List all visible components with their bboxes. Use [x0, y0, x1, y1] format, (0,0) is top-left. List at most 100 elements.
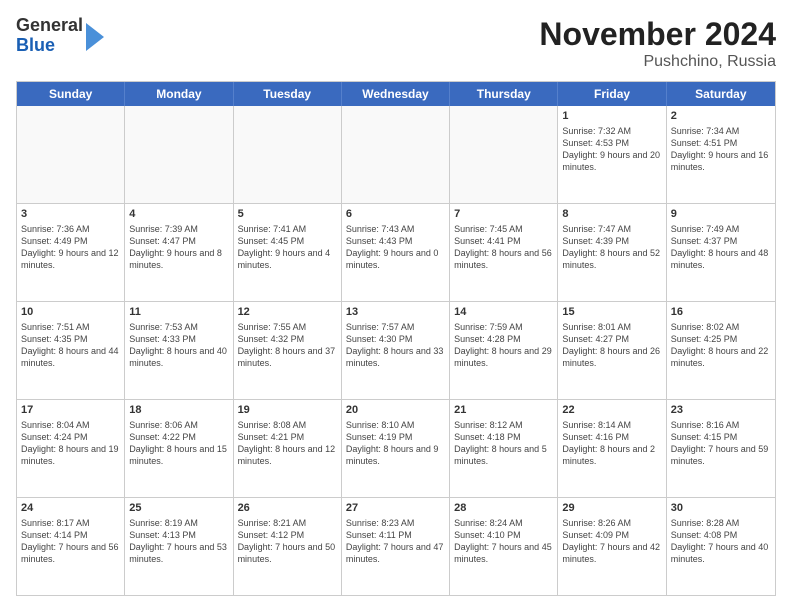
day-info: Sunrise: 7:34 AMSunset: 4:51 PMDaylight:…: [671, 125, 771, 174]
day-info: Sunrise: 8:10 AMSunset: 4:19 PMDaylight:…: [346, 419, 445, 468]
calendar-body: 1Sunrise: 7:32 AMSunset: 4:53 PMDaylight…: [17, 106, 775, 595]
header: General Blue November 2024 Pushchino, Ru…: [16, 16, 776, 71]
day-number: 16: [671, 305, 771, 320]
day-info: Sunrise: 7:59 AMSunset: 4:28 PMDaylight:…: [454, 321, 553, 370]
cal-week-2: 3Sunrise: 7:36 AMSunset: 4:49 PMDaylight…: [17, 204, 775, 302]
day-info: Sunrise: 8:01 AMSunset: 4:27 PMDaylight:…: [562, 321, 661, 370]
day-number: 11: [129, 305, 228, 320]
day-info: Sunrise: 8:14 AMSunset: 4:16 PMDaylight:…: [562, 419, 661, 468]
cal-cell-13: 13Sunrise: 7:57 AMSunset: 4:30 PMDayligh…: [342, 302, 450, 399]
cal-cell-7: 7Sunrise: 7:45 AMSunset: 4:41 PMDaylight…: [450, 204, 558, 301]
day-number: 20: [346, 403, 445, 418]
cal-cell-21: 21Sunrise: 8:12 AMSunset: 4:18 PMDayligh…: [450, 400, 558, 497]
day-info: Sunrise: 7:51 AMSunset: 4:35 PMDaylight:…: [21, 321, 120, 370]
cal-cell-empty-3: [342, 106, 450, 203]
day-info: Sunrise: 7:53 AMSunset: 4:33 PMDaylight:…: [129, 321, 228, 370]
day-info: Sunrise: 8:21 AMSunset: 4:12 PMDaylight:…: [238, 517, 337, 566]
day-number: 19: [238, 403, 337, 418]
day-number: 4: [129, 207, 228, 222]
day-info: Sunrise: 7:36 AMSunset: 4:49 PMDaylight:…: [21, 223, 120, 272]
day-info: Sunrise: 7:45 AMSunset: 4:41 PMDaylight:…: [454, 223, 553, 272]
day-number: 25: [129, 501, 228, 516]
day-number: 5: [238, 207, 337, 222]
day-info: Sunrise: 7:43 AMSunset: 4:43 PMDaylight:…: [346, 223, 445, 272]
day-number: 7: [454, 207, 553, 222]
day-number: 12: [238, 305, 337, 320]
day-info: Sunrise: 8:04 AMSunset: 4:24 PMDaylight:…: [21, 419, 120, 468]
day-info: Sunrise: 8:19 AMSunset: 4:13 PMDaylight:…: [129, 517, 228, 566]
page: General Blue November 2024 Pushchino, Ru…: [0, 0, 792, 612]
logo-arrow-icon: [86, 23, 104, 51]
logo-blue: Blue: [16, 35, 55, 55]
cal-cell-14: 14Sunrise: 7:59 AMSunset: 4:28 PMDayligh…: [450, 302, 558, 399]
cal-cell-8: 8Sunrise: 7:47 AMSunset: 4:39 PMDaylight…: [558, 204, 666, 301]
cal-cell-22: 22Sunrise: 8:14 AMSunset: 4:16 PMDayligh…: [558, 400, 666, 497]
day-number: 27: [346, 501, 445, 516]
day-info: Sunrise: 8:28 AMSunset: 4:08 PMDaylight:…: [671, 517, 771, 566]
cal-week-4: 17Sunrise: 8:04 AMSunset: 4:24 PMDayligh…: [17, 400, 775, 498]
cal-cell-10: 10Sunrise: 7:51 AMSunset: 4:35 PMDayligh…: [17, 302, 125, 399]
day-number: 24: [21, 501, 120, 516]
cal-cell-5: 5Sunrise: 7:41 AMSunset: 4:45 PMDaylight…: [234, 204, 342, 301]
calendar: SundayMondayTuesdayWednesdayThursdayFrid…: [16, 81, 776, 596]
day-info: Sunrise: 8:16 AMSunset: 4:15 PMDaylight:…: [671, 419, 771, 468]
month-title: November 2024: [539, 16, 776, 53]
cal-week-1: 1Sunrise: 7:32 AMSunset: 4:53 PMDaylight…: [17, 106, 775, 204]
day-number: 3: [21, 207, 120, 222]
cal-cell-28: 28Sunrise: 8:24 AMSunset: 4:10 PMDayligh…: [450, 498, 558, 595]
cal-week-5: 24Sunrise: 8:17 AMSunset: 4:14 PMDayligh…: [17, 498, 775, 595]
cal-cell-empty-1: [125, 106, 233, 203]
cal-cell-1: 1Sunrise: 7:32 AMSunset: 4:53 PMDaylight…: [558, 106, 666, 203]
day-info: Sunrise: 8:23 AMSunset: 4:11 PMDaylight:…: [346, 517, 445, 566]
day-number: 13: [346, 305, 445, 320]
cal-cell-27: 27Sunrise: 8:23 AMSunset: 4:11 PMDayligh…: [342, 498, 450, 595]
day-info: Sunrise: 7:32 AMSunset: 4:53 PMDaylight:…: [562, 125, 661, 174]
day-info: Sunrise: 8:17 AMSunset: 4:14 PMDaylight:…: [21, 517, 120, 566]
cal-week-3: 10Sunrise: 7:51 AMSunset: 4:35 PMDayligh…: [17, 302, 775, 400]
cal-header-monday: Monday: [125, 82, 233, 106]
day-number: 18: [129, 403, 228, 418]
day-info: Sunrise: 8:26 AMSunset: 4:09 PMDaylight:…: [562, 517, 661, 566]
day-info: Sunrise: 8:12 AMSunset: 4:18 PMDaylight:…: [454, 419, 553, 468]
cal-cell-empty-4: [450, 106, 558, 203]
cal-cell-26: 26Sunrise: 8:21 AMSunset: 4:12 PMDayligh…: [234, 498, 342, 595]
cal-cell-18: 18Sunrise: 8:06 AMSunset: 4:22 PMDayligh…: [125, 400, 233, 497]
day-number: 23: [671, 403, 771, 418]
cal-header-thursday: Thursday: [450, 82, 558, 106]
cal-cell-15: 15Sunrise: 8:01 AMSunset: 4:27 PMDayligh…: [558, 302, 666, 399]
logo: General Blue: [16, 16, 104, 56]
cal-cell-17: 17Sunrise: 8:04 AMSunset: 4:24 PMDayligh…: [17, 400, 125, 497]
title-block: November 2024 Pushchino, Russia: [539, 16, 776, 71]
cal-cell-30: 30Sunrise: 8:28 AMSunset: 4:08 PMDayligh…: [667, 498, 775, 595]
day-number: 9: [671, 207, 771, 222]
cal-header-friday: Friday: [558, 82, 666, 106]
cal-cell-12: 12Sunrise: 7:55 AMSunset: 4:32 PMDayligh…: [234, 302, 342, 399]
cal-cell-29: 29Sunrise: 8:26 AMSunset: 4:09 PMDayligh…: [558, 498, 666, 595]
cal-cell-empty-2: [234, 106, 342, 203]
cal-cell-25: 25Sunrise: 8:19 AMSunset: 4:13 PMDayligh…: [125, 498, 233, 595]
cal-cell-3: 3Sunrise: 7:36 AMSunset: 4:49 PMDaylight…: [17, 204, 125, 301]
cal-cell-23: 23Sunrise: 8:16 AMSunset: 4:15 PMDayligh…: [667, 400, 775, 497]
day-number: 6: [346, 207, 445, 222]
day-number: 22: [562, 403, 661, 418]
cal-cell-6: 6Sunrise: 7:43 AMSunset: 4:43 PMDaylight…: [342, 204, 450, 301]
day-number: 10: [21, 305, 120, 320]
day-info: Sunrise: 8:08 AMSunset: 4:21 PMDaylight:…: [238, 419, 337, 468]
cal-cell-16: 16Sunrise: 8:02 AMSunset: 4:25 PMDayligh…: [667, 302, 775, 399]
day-info: Sunrise: 8:06 AMSunset: 4:22 PMDaylight:…: [129, 419, 228, 468]
calendar-header-row: SundayMondayTuesdayWednesdayThursdayFrid…: [17, 82, 775, 106]
day-number: 21: [454, 403, 553, 418]
day-number: 26: [238, 501, 337, 516]
cal-header-tuesday: Tuesday: [234, 82, 342, 106]
day-number: 29: [562, 501, 661, 516]
day-info: Sunrise: 7:57 AMSunset: 4:30 PMDaylight:…: [346, 321, 445, 370]
day-number: 28: [454, 501, 553, 516]
day-number: 15: [562, 305, 661, 320]
day-info: Sunrise: 7:49 AMSunset: 4:37 PMDaylight:…: [671, 223, 771, 272]
day-number: 2: [671, 109, 771, 124]
cal-cell-19: 19Sunrise: 8:08 AMSunset: 4:21 PMDayligh…: [234, 400, 342, 497]
cal-header-saturday: Saturday: [667, 82, 775, 106]
day-info: Sunrise: 8:02 AMSunset: 4:25 PMDaylight:…: [671, 321, 771, 370]
day-number: 30: [671, 501, 771, 516]
day-info: Sunrise: 7:47 AMSunset: 4:39 PMDaylight:…: [562, 223, 661, 272]
